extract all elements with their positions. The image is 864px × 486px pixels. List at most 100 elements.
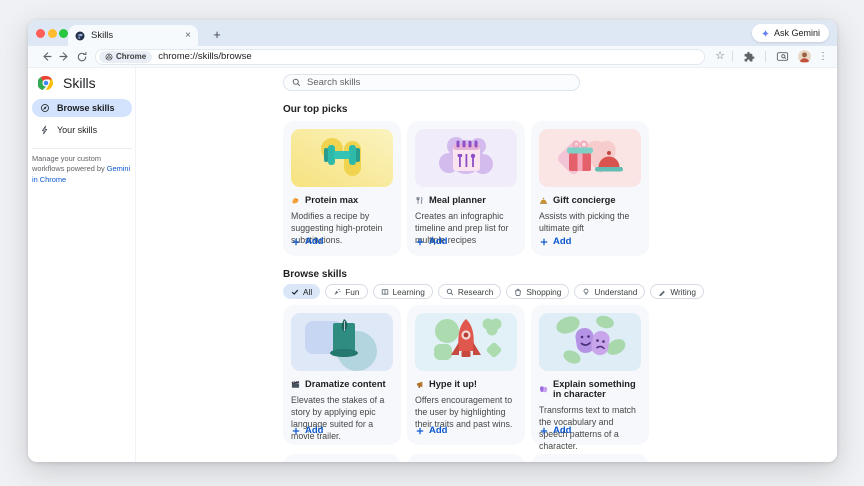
skill-card-dramatize-content[interactable]: Dramatize content Elevates the stakes of… (283, 305, 401, 445)
add-skill-button[interactable]: Add (416, 425, 447, 436)
skill-title: Explain something in character (553, 379, 641, 399)
url-bar[interactable]: Chrome chrome://skills/browse (95, 49, 705, 65)
filter-chip-all[interactable]: All (283, 284, 320, 299)
gift-concierge-illustration (539, 129, 641, 187)
partial-card-row (283, 454, 655, 462)
browse-skills-row: Dramatize content Elevates the stakes of… (283, 305, 655, 445)
reload-button[interactable] (73, 49, 91, 65)
book-icon (381, 288, 389, 296)
url-origin-chip[interactable]: Chrome (99, 51, 152, 63)
filter-chip-learning[interactable]: Learning (373, 284, 433, 299)
add-skill-button[interactable]: Add (292, 236, 323, 247)
filter-chip-shopping[interactable]: Shopping (506, 284, 569, 299)
filter-chip-fun[interactable]: Fun (325, 284, 367, 299)
sidebar-footer-text: Manage your custom workflows powered by … (32, 154, 135, 185)
browser-toolbar: Chrome chrome://skills/browse ☆ ⋮ (28, 46, 837, 68)
forward-button[interactable] (55, 49, 73, 65)
dramatize-content-illustration (291, 313, 393, 371)
filter-chip-understand[interactable]: Understand (574, 284, 645, 299)
add-label: Add (429, 425, 447, 436)
new-tab-button[interactable]: + (208, 25, 226, 43)
confetti-icon (333, 288, 341, 296)
skill-title: Dramatize content (305, 379, 386, 389)
window-controls (36, 29, 68, 38)
bookmark-star-icon[interactable]: ☆ (715, 51, 725, 62)
shopping-bag-icon (514, 288, 522, 296)
back-button[interactable] (37, 49, 55, 65)
chip-label: Research (458, 287, 494, 297)
page-title: Skills (63, 75, 96, 91)
skill-card-gift-concierge[interactable]: Gift concierge Assists with picking the … (531, 121, 649, 256)
clapperboard-icon (291, 380, 300, 389)
add-skill-button[interactable]: Add (416, 236, 447, 247)
add-skill-button[interactable]: Add (292, 425, 323, 436)
url-chip-label: Chrome (116, 52, 146, 61)
browser-menu-icon[interactable]: ⋮ (818, 51, 828, 62)
sidebar-item-browse-skills[interactable]: Browse skills (32, 99, 132, 117)
chrome-outline-icon (105, 53, 113, 61)
chip-label: Learning (393, 287, 425, 297)
pen-icon (658, 288, 666, 296)
maximize-window-button[interactable] (59, 29, 68, 38)
skill-title: Hype it up! (429, 379, 477, 389)
close-tab-icon[interactable]: × (185, 31, 191, 41)
tab-strip: Skills × + Ask Gemini (28, 20, 837, 46)
sidebar-item-label: Browse skills (57, 103, 115, 113)
main-content: Our top picks Protein max Modifies a rec… (283, 68, 655, 462)
page-content: Skills Browse skills Your skills Manage … (28, 68, 837, 462)
top-picks-row: Protein max Modifies a recipe by suggest… (283, 121, 655, 256)
chrome-logo-icon (38, 75, 54, 91)
skill-card-meal-planner[interactable]: Meal planner Creates an infographic time… (407, 121, 525, 256)
search-input[interactable] (307, 77, 571, 88)
browser-tab-skills[interactable]: Skills × (68, 25, 198, 46)
masks-icon (539, 385, 548, 394)
sidebar-item-your-skills[interactable]: Your skills (32, 121, 132, 139)
bolt-icon (40, 125, 50, 135)
add-skill-button[interactable]: Add (540, 236, 571, 247)
check-icon (291, 288, 299, 296)
muscle-icon (291, 196, 300, 205)
gemini-spark-icon (761, 29, 770, 38)
megaphone-icon (415, 380, 424, 389)
toolbar-divider (765, 51, 766, 62)
profile-avatar[interactable] (798, 50, 811, 63)
chip-label: Fun (345, 287, 359, 297)
app-header: Skills (38, 75, 96, 91)
browse-skills-heading: Browse skills (283, 269, 655, 280)
ask-gemini-button[interactable]: Ask Gemini (752, 24, 829, 42)
add-label: Add (305, 236, 323, 247)
extensions-icon[interactable] (740, 49, 758, 65)
add-skill-button[interactable]: Add (540, 425, 571, 436)
skill-title: Gift concierge (553, 195, 616, 205)
tab-title: Skills (91, 30, 113, 41)
lightbulb-icon (582, 288, 590, 296)
minimize-window-button[interactable] (48, 29, 57, 38)
filter-chip-writing[interactable]: Writing (650, 284, 704, 299)
top-picks-heading: Our top picks (283, 104, 655, 115)
skill-card-explain-in-character[interactable]: Explain something in character Transform… (531, 305, 649, 445)
chip-label: Understand (594, 287, 637, 297)
search-icon (292, 78, 301, 87)
browser-window: Skills × + Ask Gemini Chrome (28, 20, 837, 462)
magnifier-icon (446, 288, 454, 296)
skill-card-protein-max[interactable]: Protein max Modifies a recipe by suggest… (283, 121, 401, 256)
skill-card-partial[interactable] (283, 454, 401, 462)
add-label: Add (553, 236, 571, 247)
footer-text: Manage your custom workflows powered by (32, 154, 107, 173)
bell-icon (539, 196, 548, 205)
skill-title: Meal planner (429, 195, 486, 205)
close-window-button[interactable] (36, 29, 45, 38)
chip-label: Writing (670, 287, 696, 297)
skill-card-partial[interactable] (407, 454, 525, 462)
filter-chip-research[interactable]: Research (438, 284, 502, 299)
compass-icon (40, 103, 50, 113)
skill-card-hype-it-up[interactable]: Hype it up! Offers encouragement to the … (407, 305, 525, 445)
search-bar[interactable] (283, 74, 580, 91)
protein-max-illustration (291, 129, 393, 187)
tab-search-panel-icon[interactable] (773, 49, 791, 65)
add-label: Add (553, 425, 571, 436)
skill-description: Assists with picking the ultimate gift (539, 210, 641, 234)
skill-title: Protein max (305, 195, 358, 205)
skill-card-partial[interactable] (531, 454, 649, 462)
meal-planner-illustration (415, 129, 517, 187)
